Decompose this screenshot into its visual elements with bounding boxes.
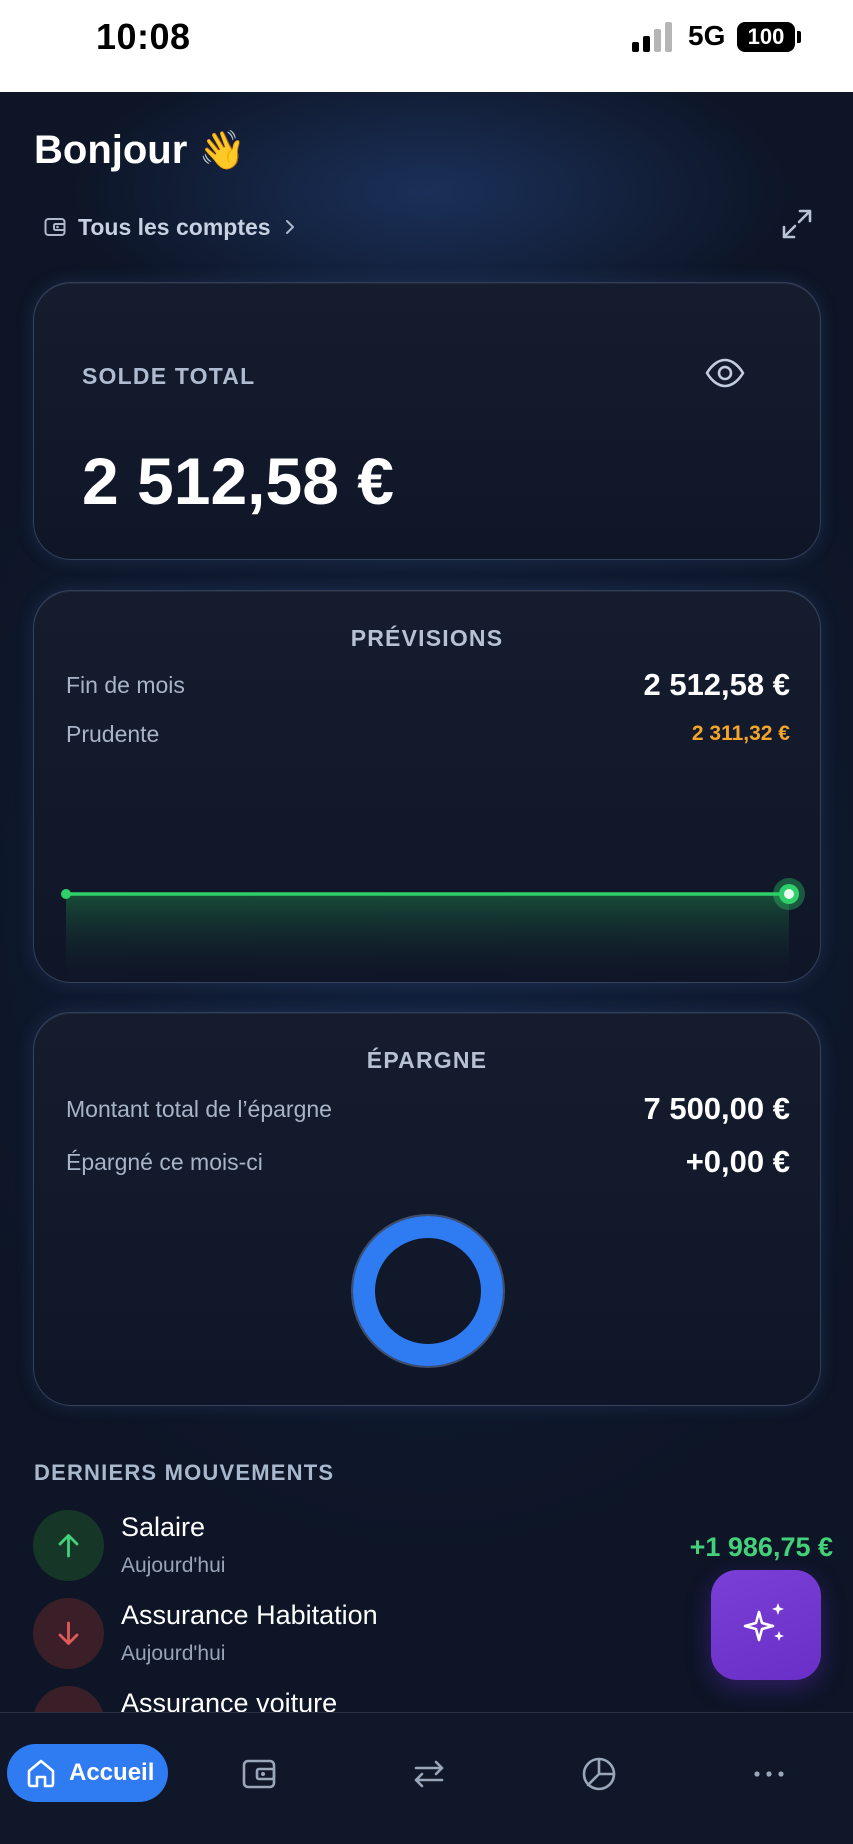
eye-icon[interactable] [704, 357, 746, 389]
battery-tip [797, 31, 801, 43]
account-selector-label: Tous les comptes [78, 213, 271, 240]
greeting-title: Bonjour 👋 [34, 128, 246, 173]
nav-home-label: Accueil [69, 1759, 155, 1786]
account-selector[interactable]: Tous les comptes [44, 210, 297, 244]
signal-icon [632, 22, 672, 52]
arrow-up-icon [58, 1534, 79, 1558]
savings-donut-chart [351, 1214, 505, 1368]
expense-bubble [33, 1686, 104, 1712]
forecast-end-point-center [784, 889, 794, 899]
status-bar: 10:08 5G 100 [0, 0, 853, 92]
ai-assistant-button[interactable] [711, 1570, 821, 1680]
transaction-date: Aujourd'hui [121, 1642, 226, 1665]
transaction-name: Assurance Habitation [121, 1600, 378, 1630]
wallet-icon [44, 218, 66, 236]
wallet-icon[interactable] [240, 1755, 278, 1793]
network-type: 5G [688, 20, 726, 51]
arrow-down-icon [58, 1621, 79, 1645]
app-screen: Bonjour 👋 Tous les comptes SOLDE TOTAL 2… [0, 92, 853, 1712]
forecast-prudent-value: 2 311,32 € [691, 722, 790, 745]
expense-bubble [33, 1598, 104, 1669]
forecast-chart [61, 878, 805, 982]
waving-hand-emoji: 👋 [198, 130, 246, 172]
nav-home-button[interactable]: Accueil [7, 1744, 168, 1802]
forecast-start-point [61, 889, 71, 899]
forecast-area [66, 894, 789, 982]
savings-month-label: Épargné ce mois-ci [66, 1149, 263, 1175]
sparkles-icon [743, 1603, 784, 1642]
bottom-navigation: Accueil [0, 1712, 853, 1844]
expand-icon[interactable] [780, 207, 814, 241]
income-bubble [33, 1510, 104, 1581]
savings-total-label: Montant total de l’épargne [66, 1096, 332, 1122]
forecast-title: PRÉVISIONS [350, 625, 504, 651]
transaction-row[interactable]: Salaire Aujourd'hui +1 986,75 € [33, 1510, 833, 1590]
transaction-name: Assurance voiture [121, 1688, 338, 1712]
balance-label: SOLDE TOTAL [82, 363, 256, 389]
more-icon[interactable] [750, 1755, 788, 1793]
battery-icon: 100 [737, 22, 795, 52]
status-time: 10:08 [96, 16, 191, 57]
chevron-right-icon [285, 220, 294, 234]
home-icon [27, 1759, 55, 1788]
savings-card[interactable]: ÉPARGNE Montant total de l’épargne 7 500… [33, 1012, 821, 1406]
movements-title: DERNIERS MOUVEMENTS [34, 1460, 335, 1485]
savings-donut-ring [353, 1216, 503, 1366]
forecast-card[interactable]: PRÉVISIONS Fin de mois 2 512,58 € Pruden… [33, 590, 821, 983]
transaction-row[interactable]: Assurance voiture [33, 1686, 833, 1712]
forecast-end-of-month-value: 2 512,58 € [643, 667, 790, 702]
transaction-amount: +1 986,75 € [689, 1532, 833, 1562]
pie-chart-icon[interactable] [580, 1755, 618, 1793]
savings-month-value: +0,00 € [685, 1144, 790, 1179]
savings-title: ÉPARGNE [366, 1047, 488, 1073]
forecast-end-of-month-label: Fin de mois [66, 672, 185, 698]
greeting-text: Bonjour [34, 128, 188, 172]
balance-amount: 2 512,58 € [82, 444, 394, 518]
savings-total-value: 7 500,00 € [643, 1091, 790, 1126]
forecast-prudent-label: Prudente [66, 721, 160, 747]
balance-card[interactable]: SOLDE TOTAL 2 512,58 € [33, 282, 821, 560]
transfer-icon[interactable] [410, 1755, 448, 1793]
transaction-date: Aujourd'hui [121, 1554, 226, 1577]
transaction-name: Salaire [121, 1512, 206, 1542]
